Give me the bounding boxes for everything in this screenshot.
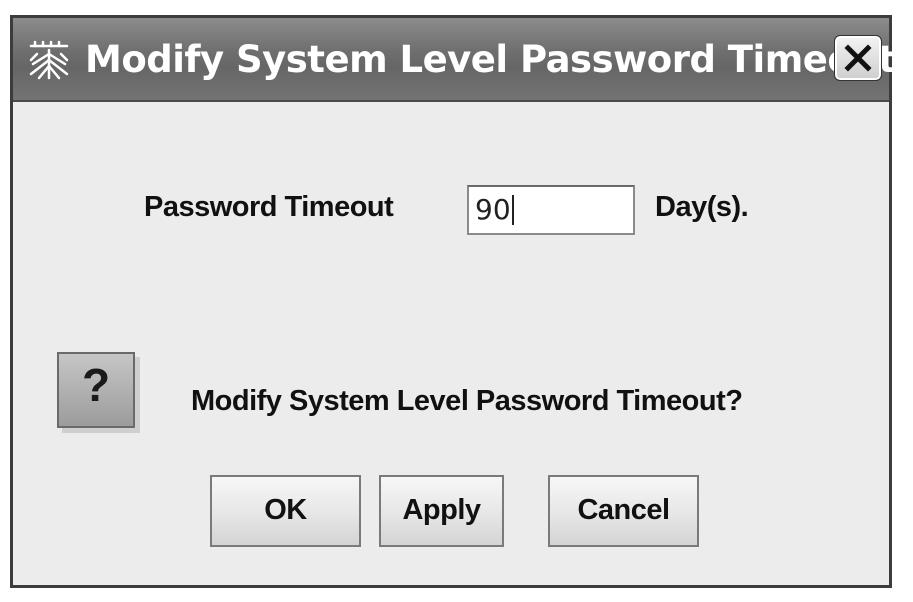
- password-timeout-input[interactable]: 90: [467, 185, 635, 235]
- close-button[interactable]: [834, 35, 882, 81]
- confirmation-message: Modify System Level Password Timeout?: [191, 385, 743, 417]
- password-timeout-value: 90: [475, 193, 511, 226]
- modify-password-timeout-dialog: Modify System Level Password Timeout Pas…: [10, 15, 896, 588]
- text-caret: [511, 195, 514, 225]
- days-unit-label: Day(s).: [655, 191, 749, 223]
- question-glyph: ?: [81, 359, 111, 411]
- close-icon: [844, 44, 872, 72]
- ok-button[interactable]: OK: [210, 475, 361, 547]
- password-timeout-label: Password Timeout: [144, 191, 394, 223]
- java-cup-icon: [29, 40, 69, 80]
- apply-button[interactable]: Apply: [379, 475, 504, 547]
- dialog-title: Modify System Level Password Timeout: [85, 38, 896, 81]
- password-timeout-row: Password Timeout 90 Day(s).: [13, 182, 889, 242]
- cancel-button[interactable]: Cancel: [548, 475, 699, 547]
- title-bar[interactable]: Modify System Level Password Timeout: [13, 18, 896, 102]
- question-icon: ?: [57, 352, 135, 428]
